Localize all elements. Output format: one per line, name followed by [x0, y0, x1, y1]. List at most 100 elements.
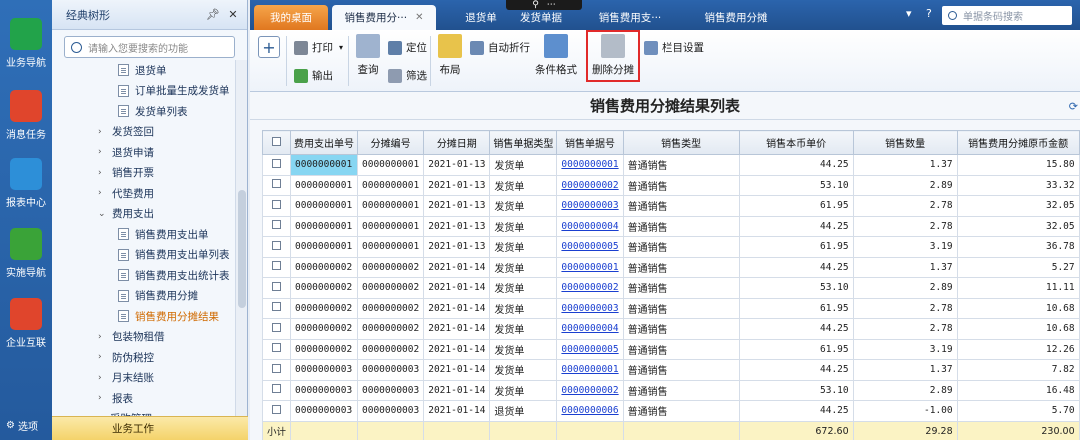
table-row[interactable]: 0000000001 0000000001 2021-01-13 发货单 0000000…: [261, 195, 1080, 217]
chevron-right-icon[interactable]: ›: [98, 168, 112, 178]
row-checkbox[interactable]: [261, 256, 292, 278]
chevron-right-icon[interactable]: ›: [98, 127, 112, 137]
table-row[interactable]: 0000000002 0000000002 2021-01-14 发货单 0000000…: [261, 277, 1080, 299]
row-checkbox[interactable]: [261, 338, 292, 360]
chevron-right-icon[interactable]: ›: [98, 188, 112, 198]
row-checkbox[interactable]: [261, 174, 292, 196]
tree-item[interactable]: ›采购管理: [52, 409, 236, 416]
column-header[interactable]: 分摊编号: [357, 130, 425, 155]
tab-current[interactable]: 销售费用分··· ✕: [332, 5, 436, 30]
column-header[interactable]: 费用支出单号: [290, 130, 359, 155]
rail-item[interactable]: 报表中心: [0, 158, 52, 209]
row-checkbox[interactable]: [261, 195, 292, 217]
table-row[interactable]: 0000000002 0000000002 2021-01-14 发货单 0000000…: [261, 318, 1080, 340]
table-row[interactable]: 0000000001 0000000001 2021-01-13 发货单 0000000…: [261, 174, 1080, 196]
rail-item[interactable]: 实施导航: [0, 228, 52, 279]
print-button[interactable]: 打印 ▾: [294, 40, 343, 55]
table-cell[interactable]: 0000000006: [556, 400, 624, 422]
table-row[interactable]: 0000000003 0000000003 2021-01-14 发货单 0000000…: [261, 379, 1080, 401]
tab-expense[interactable]: 销售费用支···: [580, 5, 680, 30]
barcode-search-input[interactable]: 单据条码搜索: [942, 6, 1072, 25]
tab-allocation[interactable]: 销售费用分摊: [686, 5, 786, 30]
tree-item[interactable]: › 报表: [52, 388, 236, 409]
column-header[interactable]: 销售类型: [622, 130, 740, 155]
rail-item[interactable]: 业务导航: [0, 18, 52, 69]
tree-item[interactable]: › 退货申请: [52, 142, 236, 163]
business-work-tab[interactable]: 业务工作: [52, 416, 248, 440]
tree-item[interactable]: › 销售开票: [52, 163, 236, 184]
column-header[interactable]: 分摊日期: [423, 130, 491, 155]
chevron-right-icon[interactable]: ›: [98, 373, 112, 383]
column-header[interactable]: 销售本币单价: [738, 130, 854, 155]
tree-item[interactable]: 销售费用分摊: [52, 286, 236, 307]
output-button[interactable]: 输出: [294, 68, 333, 83]
tree-item[interactable]: 销售费用支出单列表: [52, 245, 236, 266]
tab-desktop[interactable]: 我的桌面: [254, 5, 328, 30]
chevron-right-icon[interactable]: ›: [98, 332, 112, 342]
chevron-right-icon[interactable]: ›: [98, 147, 112, 157]
autowrap-button[interactable]: 自动折行: [470, 40, 530, 55]
table-cell[interactable]: 0000000002: [556, 277, 624, 299]
zoom-icon[interactable]: ⚲: [532, 0, 539, 10]
tree-item[interactable]: › 包装物租借: [52, 327, 236, 348]
tree-item[interactable]: ⌄ 费用支出: [52, 204, 236, 225]
query-button[interactable]: 查询: [354, 34, 382, 77]
tree-scrollbar[interactable]: [235, 60, 247, 416]
table-cell[interactable]: 0000000003: [556, 297, 624, 319]
table-row[interactable]: 0000000002 0000000002 2021-01-14 发货单 0000000…: [261, 297, 1080, 319]
tree-item[interactable]: 销售费用支出统计表: [52, 265, 236, 286]
add-button[interactable]: +: [258, 36, 280, 58]
locate-button[interactable]: 定位: [388, 40, 427, 55]
tree-item[interactable]: 订单批量生成发货单: [52, 81, 236, 102]
table-cell[interactable]: 0000000002: [556, 379, 624, 401]
tab-menu-icon[interactable]: ▾: [906, 7, 912, 20]
select-all-checkbox[interactable]: [261, 130, 292, 155]
column-header[interactable]: 销售数量: [852, 130, 958, 155]
tree-item[interactable]: › 防伪税控: [52, 347, 236, 368]
pin-icon[interactable]: 📌︎: [205, 8, 221, 21]
tree-item[interactable]: › 发货签回: [52, 122, 236, 143]
table-cell[interactable]: 0000000001: [556, 359, 624, 381]
row-checkbox[interactable]: [261, 400, 292, 422]
column-header[interactable]: 销售单据号: [556, 130, 624, 155]
more-icon[interactable]: ⋯: [547, 0, 556, 10]
chevron-right-icon[interactable]: ›: [98, 393, 112, 403]
table-row[interactable]: 0000000003 0000000003 2021-01-14 退货单 0000000…: [261, 400, 1080, 422]
table-row[interactable]: 0000000003 0000000003 2021-01-14 发货单 0000000…: [261, 359, 1080, 381]
table-cell[interactable]: 0000000004: [556, 318, 624, 340]
row-checkbox[interactable]: [261, 236, 292, 258]
table-cell[interactable]: 0000000002: [556, 174, 624, 196]
table-cell[interactable]: 0000000004: [556, 215, 624, 237]
delete-allocation-button[interactable]: 删除分摊: [590, 34, 636, 77]
table-cell[interactable]: 0000000003: [556, 195, 624, 217]
table-cell[interactable]: 0000000001: [556, 256, 624, 278]
filter-button[interactable]: 筛选: [388, 68, 427, 83]
row-checkbox[interactable]: [261, 379, 292, 401]
table-cell[interactable]: 0000000001: [556, 154, 624, 176]
chevron-right-icon[interactable]: ›: [98, 352, 112, 362]
cond-format-button[interactable]: 条件格式: [534, 34, 578, 77]
rail-item[interactable]: 企业互联: [0, 298, 52, 349]
chevron-down-icon[interactable]: ⌄: [98, 209, 112, 219]
screen-overlay-toolbar[interactable]: ⚲ ⋯: [506, 0, 582, 10]
row-checkbox[interactable]: [261, 154, 292, 176]
table-row[interactable]: 0000000002 0000000002 2021-01-14 发货单 0000000…: [261, 338, 1080, 360]
table-cell[interactable]: 0000000005: [556, 338, 624, 360]
row-checkbox[interactable]: [261, 277, 292, 299]
column-header[interactable]: 销售单据类型: [489, 130, 558, 155]
table-row[interactable]: 0000000002 0000000002 2021-01-14 发货单 0000000…: [261, 256, 1080, 278]
tree-item[interactable]: 销售费用支出单: [52, 224, 236, 245]
tree-item[interactable]: 销售费用分摊结果: [52, 306, 236, 327]
row-checkbox[interactable]: [261, 297, 292, 319]
row-checkbox[interactable]: [261, 359, 292, 381]
tree-item[interactable]: 发货单列表: [52, 101, 236, 122]
table-row[interactable]: 0000000001 0000000001 2021-01-13 发货单 0000000…: [261, 215, 1080, 237]
column-settings-button[interactable]: 栏目设置: [644, 40, 704, 55]
row-checkbox[interactable]: [261, 318, 292, 340]
table-row[interactable]: 0000000001 0000000001 2021-01-13 发货单 0000000…: [261, 154, 1080, 176]
tree-item[interactable]: 退货单: [52, 60, 236, 81]
tree-item[interactable]: › 月末结账: [52, 368, 236, 389]
close-tab-icon[interactable]: ✕: [415, 12, 423, 23]
scrollbar-thumb[interactable]: [238, 190, 246, 308]
rail-item[interactable]: 消息任务: [0, 90, 52, 141]
